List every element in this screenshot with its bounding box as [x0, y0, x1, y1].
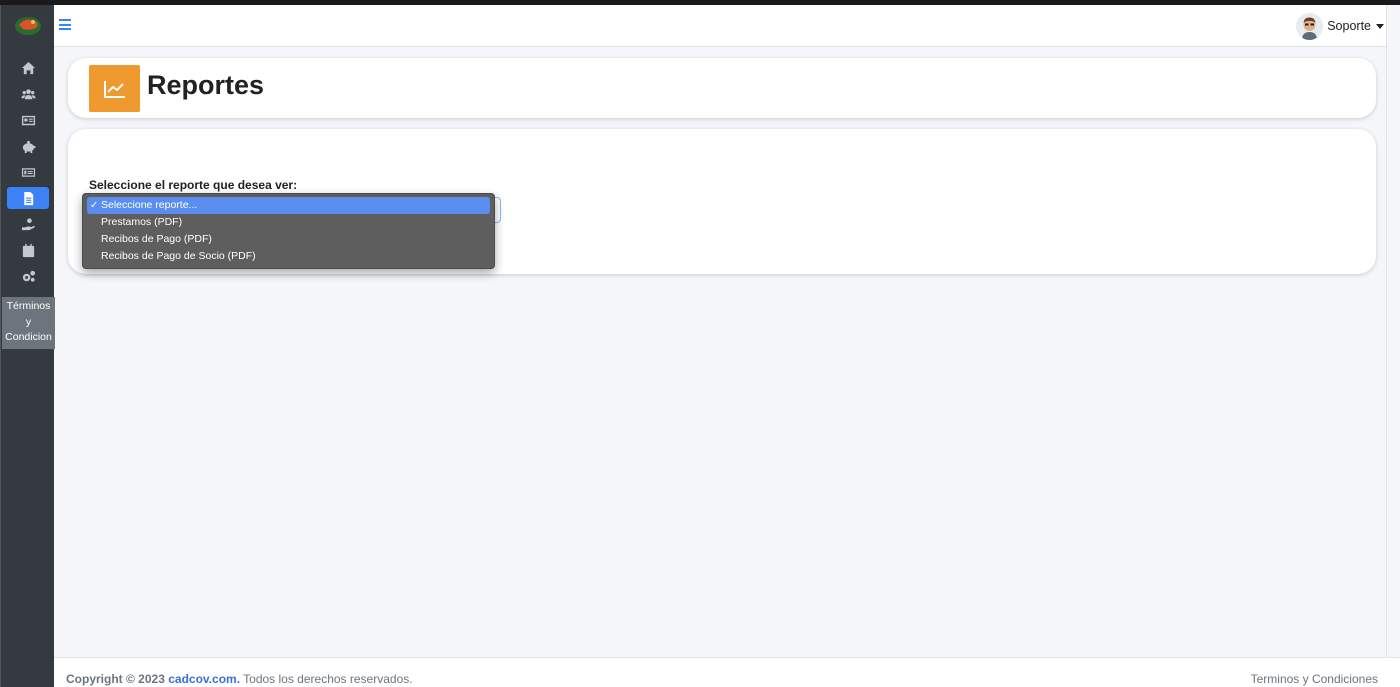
user-menu[interactable]: Soporte [1296, 12, 1384, 40]
app-window: Términos y Condicion Soporte Reportes Se… [0, 5, 1400, 687]
report-select-dropdown: ✓ Seleccione reporte... Prestamos (PDF) … [82, 193, 495, 269]
sidebar-item-settings[interactable] [7, 265, 49, 287]
brand-link[interactable]: cadcov.com. [168, 672, 240, 686]
home-icon [21, 61, 35, 74]
rights-text: Todos los derechos reservados. [243, 672, 413, 686]
hand-holding-icon [21, 217, 35, 230]
chart-line-icon [89, 65, 140, 112]
select-option[interactable]: Recibos de Pago (PDF) [87, 231, 490, 248]
sidebar-item-calendar[interactable] [7, 239, 49, 261]
sidebar-item-users[interactable] [7, 83, 49, 105]
page-title: Reportes [147, 70, 265, 100]
sidebar-item-id-card[interactable] [7, 109, 49, 131]
menu-toggle-icon[interactable] [59, 19, 71, 30]
user-name: Soporte [1327, 19, 1371, 33]
copyright-text: Copyright © 2023 [66, 672, 165, 686]
users-icon [20, 88, 36, 99]
checkmark-icon: ✓ [90, 200, 99, 211]
sidebar-item-payments[interactable] [7, 161, 49, 183]
sidebar-item-home[interactable] [7, 57, 49, 79]
select-option-label: Recibos de Pago (PDF) [101, 233, 212, 245]
cogs-icon [22, 270, 35, 282]
brand-logo[interactable] [13, 13, 43, 37]
sidebar-terms-link[interactable]: Términos y Condicion [2, 297, 55, 349]
select-option-label: Prestamos (PDF) [101, 216, 183, 228]
terms-line-2: y [25, 315, 32, 328]
select-option[interactable]: ✓ Seleccione reporte... [87, 197, 490, 214]
sidebar: Términos y Condicion [0, 5, 55, 687]
topbar: Soporte [54, 5, 1386, 47]
id-card-icon [21, 115, 35, 125]
select-option-label: Seleccione reporte... [101, 199, 198, 211]
terms-line-3: Condicion [5, 331, 52, 343]
file-icon [23, 191, 33, 205]
select-option[interactable]: Prestamos (PDF) [87, 214, 490, 231]
calendar-icon [22, 243, 34, 257]
avatar [1296, 12, 1324, 40]
sidebar-item-savings[interactable] [7, 135, 49, 157]
chevron-down-icon [1376, 23, 1384, 29]
page-header-card: Reportes [68, 58, 1376, 118]
sidebar-item-reports[interactable] [7, 187, 49, 209]
page-footer: Copyright © 2023 cadcov.com. Todos los d… [54, 657, 1400, 687]
money-check-icon [21, 167, 35, 177]
footer-copyright: Copyright © 2023 cadcov.com. Todos los d… [66, 672, 413, 686]
sidebar-item-loans[interactable] [7, 213, 49, 235]
select-option-label: Recibos de Pago de Socio (PDF) [101, 250, 256, 262]
terms-line-1: Términos [6, 300, 51, 312]
footer-terms-link[interactable]: Terminos y Condiciones [1251, 672, 1378, 686]
piggy-bank-icon [22, 140, 36, 153]
select-option[interactable]: Recibos de Pago de Socio (PDF) [87, 248, 490, 265]
page-scrollbar[interactable] [1386, 5, 1400, 657]
report-select-label: Seleccione el reporte que desea ver: [89, 178, 298, 192]
